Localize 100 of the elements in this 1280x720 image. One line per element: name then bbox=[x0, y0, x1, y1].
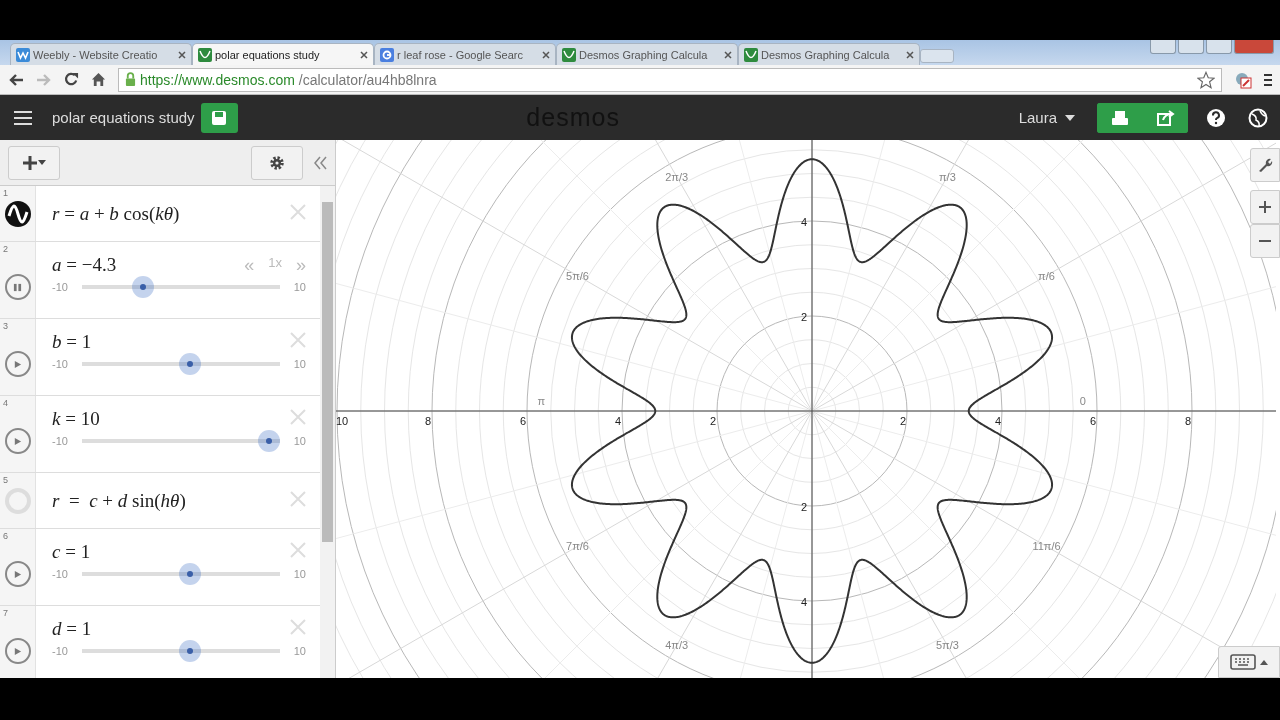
angle-label: 5π/3 bbox=[935, 639, 959, 652]
wrench-button[interactable] bbox=[1250, 148, 1280, 182]
play-icon bbox=[13, 436, 22, 446]
line-number: 4 bbox=[3, 398, 8, 408]
hidden-curve-toggle-icon[interactable] bbox=[4, 487, 31, 514]
math-expression[interactable]: a = −4.3 bbox=[52, 254, 117, 276]
slider-thumb[interactable] bbox=[132, 276, 155, 298]
axis-label: 8 bbox=[1184, 415, 1192, 427]
slider-max-label: 10 bbox=[292, 568, 306, 580]
math-expression[interactable]: r = c + d sin(hθ) bbox=[52, 489, 186, 512]
browser-tab[interactable]: Weebly - Website Creatio bbox=[10, 43, 192, 65]
axis-label: 4 bbox=[800, 216, 808, 228]
axis-label: 10 bbox=[336, 415, 349, 427]
angle-label: π bbox=[537, 395, 546, 407]
play-button[interactable] bbox=[4, 351, 31, 377]
math-expression[interactable]: r = a + b cos(kθ) bbox=[52, 202, 180, 225]
caret-icon bbox=[1065, 114, 1075, 121]
help-icon[interactable] bbox=[1206, 107, 1226, 128]
axis-label: 4 bbox=[994, 415, 1002, 427]
axis-label: 2 bbox=[899, 415, 907, 427]
slider-max-label: 10 bbox=[292, 645, 306, 657]
line-number: 5 bbox=[3, 475, 8, 485]
play-button[interactable] bbox=[4, 561, 31, 587]
scrollbar[interactable] bbox=[320, 186, 335, 678]
slider-min-label: -10 bbox=[52, 435, 69, 447]
slider-thumb[interactable] bbox=[178, 353, 201, 375]
caret-icon bbox=[1260, 659, 1268, 665]
zoom-in-button[interactable] bbox=[1250, 190, 1280, 224]
pdf-extension-icon[interactable] bbox=[1234, 70, 1252, 89]
slider-max-label: 10 bbox=[292, 435, 306, 447]
menu-icon[interactable] bbox=[1264, 72, 1272, 87]
close-tab-icon[interactable] bbox=[906, 50, 914, 59]
desmos-favicon-icon bbox=[562, 47, 576, 62]
bookmark-star-icon[interactable] bbox=[1197, 70, 1215, 89]
plus-icon bbox=[22, 154, 38, 171]
zoom-out-button[interactable] bbox=[1250, 224, 1280, 258]
line-number: 6 bbox=[3, 531, 8, 541]
slider-min-label: -10 bbox=[52, 568, 69, 580]
axis-label: 2 bbox=[709, 415, 717, 427]
slider-thumb[interactable] bbox=[258, 430, 280, 452]
google-favicon-icon bbox=[380, 47, 394, 62]
collapse-panel-icon[interactable] bbox=[313, 155, 327, 170]
play-icon bbox=[13, 359, 22, 369]
line-number: 3 bbox=[3, 321, 8, 331]
back-icon[interactable] bbox=[8, 72, 24, 87]
curve-toggle-icon[interactable] bbox=[4, 200, 31, 227]
close-tab-icon[interactable] bbox=[360, 50, 368, 59]
angle-label: 7π/6 bbox=[566, 540, 589, 553]
slider-max-label: 10 bbox=[292, 281, 306, 293]
reload-icon[interactable] bbox=[64, 72, 79, 87]
keyboard-button[interactable] bbox=[1218, 646, 1280, 678]
close-tab-icon[interactable] bbox=[724, 50, 732, 59]
math-expression[interactable]: c = 1 bbox=[52, 541, 91, 563]
math-expression[interactable]: b = 1 bbox=[52, 331, 92, 353]
slider-min-label: -10 bbox=[52, 645, 69, 657]
globe-icon[interactable] bbox=[1248, 107, 1268, 128]
add-item-button[interactable] bbox=[8, 145, 60, 180]
angle-label: 0 bbox=[1079, 395, 1086, 407]
close-tab-icon[interactable] bbox=[178, 50, 186, 59]
math-expression[interactable]: k = 10 bbox=[52, 408, 100, 430]
axis-label: 4 bbox=[614, 415, 622, 427]
graph-title[interactable]: polar equations study bbox=[52, 109, 195, 126]
axis-label: 6 bbox=[519, 415, 527, 427]
address-field[interactable]: https://www.desmos.com /calculator/au4hb8lnra bbox=[118, 67, 1222, 92]
lock-icon bbox=[125, 72, 136, 87]
minus-icon bbox=[1259, 240, 1271, 242]
line-number: 2 bbox=[3, 244, 8, 254]
axis-label: 6 bbox=[1089, 415, 1097, 427]
slider-thumb[interactable] bbox=[178, 563, 201, 585]
weebly-favicon-icon bbox=[16, 47, 30, 62]
close-tab-icon[interactable] bbox=[542, 50, 550, 59]
play-button[interactable] bbox=[4, 638, 31, 664]
line-number: 7 bbox=[3, 608, 8, 618]
axis-label: 8 bbox=[424, 415, 432, 427]
play-button[interactable] bbox=[4, 428, 31, 454]
slider-thumb[interactable] bbox=[178, 640, 201, 662]
angle-label: 11π/6 bbox=[1032, 540, 1061, 553]
angle-label: 2π/3 bbox=[665, 170, 689, 183]
home-icon[interactable] bbox=[91, 72, 106, 87]
desmos-favicon-icon bbox=[198, 47, 212, 62]
save-button[interactable] bbox=[200, 102, 238, 133]
keyboard-icon bbox=[1230, 654, 1256, 670]
axis-label: 2 bbox=[800, 501, 808, 513]
angle-label: π/6 bbox=[1038, 269, 1055, 282]
pause-button[interactable] bbox=[4, 274, 31, 300]
settings-button[interactable] bbox=[251, 145, 303, 180]
caret-icon bbox=[38, 160, 46, 165]
play-icon bbox=[13, 569, 22, 579]
user-menu[interactable]: Laura bbox=[1018, 109, 1075, 126]
settings-icon bbox=[269, 154, 285, 171]
browser-tab[interactable]: polar equations study bbox=[192, 43, 374, 65]
math-expression[interactable]: d = 1 bbox=[52, 618, 92, 640]
slider-min-label: -10 bbox=[52, 281, 69, 293]
browser-tab[interactable]: Desmos Graphing Calcula bbox=[738, 43, 920, 65]
browser-tab[interactable]: Desmos Graphing Calcula bbox=[556, 43, 738, 65]
browser-tab[interactable]: r leaf rose - Google Searc bbox=[374, 43, 556, 65]
play-icon bbox=[13, 646, 22, 656]
angle-label: 5π/6 bbox=[566, 269, 589, 282]
menu-icon[interactable] bbox=[14, 110, 32, 125]
printer-icon bbox=[1110, 109, 1129, 126]
